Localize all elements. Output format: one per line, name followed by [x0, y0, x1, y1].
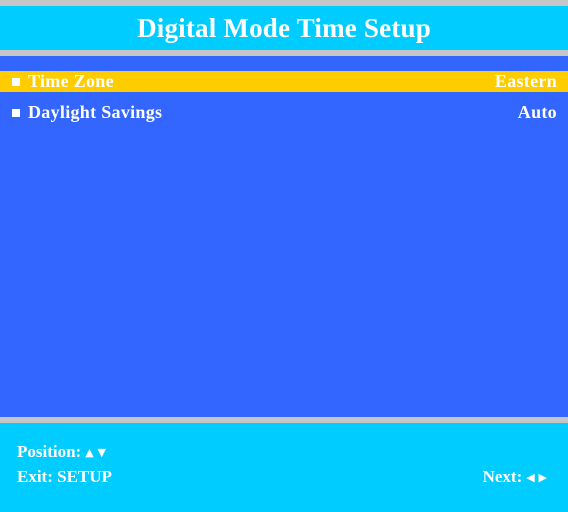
position-label: Position:: [17, 442, 82, 461]
exit-hint: Exit: SETUP: [17, 467, 112, 487]
menu-top-gap: [0, 56, 568, 67]
exit-label: Exit: SETUP: [17, 467, 112, 486]
position-hint: Position: ▲ ▼: [17, 442, 106, 462]
menu-item-label: Daylight Savings: [28, 102, 163, 122]
menu-item-left: Time Zone: [12, 71, 114, 92]
menu-item-label: Time Zone: [28, 71, 114, 91]
menu-item-value: Eastern: [494, 71, 557, 91]
next-hint: Next: ◀ ▶: [483, 467, 547, 487]
left-right-arrows-icon: ◀ ▶: [526, 470, 547, 484]
square-bullet-icon: [12, 109, 20, 117]
page-title: Digital Mode Time Setup: [137, 12, 431, 43]
menu-item-value: Auto: [517, 102, 557, 122]
menu-panel: Time Zone Eastern Daylight Savings Auto: [0, 56, 568, 417]
next-label: Next:: [482, 467, 523, 486]
square-bullet-icon: [12, 78, 20, 86]
menu-item-daylight-savings[interactable]: Daylight Savings Auto: [0, 102, 568, 123]
title-bar: Digital Mode Time Setup: [0, 6, 568, 50]
menu-item-time-zone[interactable]: Time Zone Eastern: [0, 71, 568, 92]
help-bar: Position: ▲ ▼ Exit: SETUP Next: ◀ ▶: [0, 423, 568, 512]
up-down-arrows-icon: ▲ ▼: [85, 445, 106, 459]
time-setup-screen: Digital Mode Time Setup Time Zone Easter…: [0, 0, 568, 512]
menu-item-left: Daylight Savings: [12, 102, 162, 123]
